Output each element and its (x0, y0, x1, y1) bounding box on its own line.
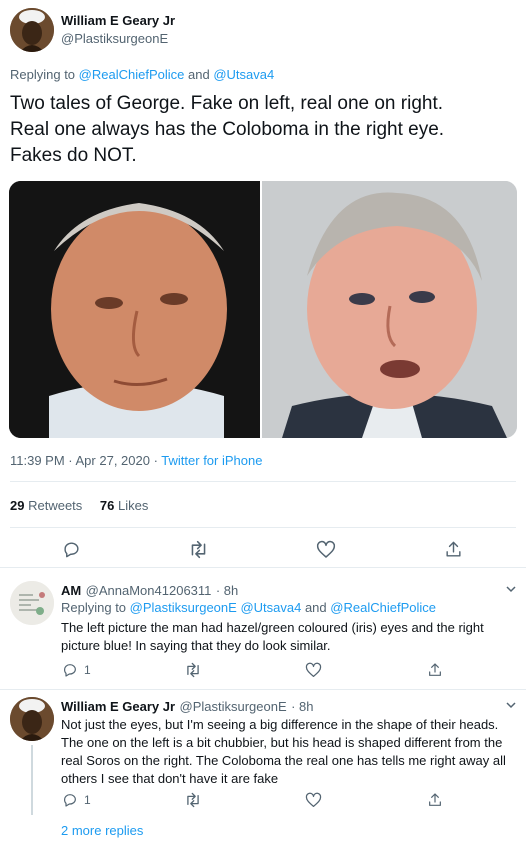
share-icon (429, 663, 441, 676)
reply-count: 1 (84, 663, 91, 677)
retweet-button[interactable] (184, 662, 202, 678)
share-icon (429, 793, 441, 806)
reply-author-handle[interactable]: @AnnaMon41206311 (86, 583, 212, 598)
tweet-photo-left[interactable] (9, 181, 260, 438)
reply-header: AM @AnnaMon41206311 · 8h (61, 582, 238, 600)
likes-stat[interactable]: 76 Likes (100, 498, 148, 513)
reply-button[interactable]: 1 (62, 662, 91, 678)
thread-line (31, 745, 33, 815)
share-button[interactable] (444, 540, 463, 559)
reply-icon (64, 664, 76, 677)
reply-count: 1 (84, 793, 91, 807)
tweet-timestamp[interactable]: 11:39 PM · Apr 27, 2020 · (10, 453, 158, 468)
retweet-icon (191, 540, 206, 559)
share-icon (446, 541, 461, 557)
tweet-meta: 11:39 PM · Apr 27, 2020 · Twitter for iP… (10, 453, 262, 468)
reply-header: William E Geary Jr @PlastiksurgeonE · 8h (61, 698, 314, 716)
reply-icon (64, 794, 76, 807)
avatar-portrait-icon (10, 697, 54, 741)
chevron-down-icon (506, 586, 516, 593)
reply-text: The left picture the man had hazel/green… (61, 620, 484, 653)
retweets-stat[interactable]: 29 Retweets (10, 498, 86, 513)
retweets-label: Retweets (28, 498, 83, 513)
reply-author-avatar[interactable] (10, 581, 54, 625)
tweet-text: Two tales of George. Fake on left, real … (10, 91, 516, 169)
like-button[interactable] (305, 662, 322, 678)
reply-button[interactable] (62, 540, 81, 559)
replying-and: and (304, 600, 327, 615)
like-button[interactable] (316, 540, 336, 559)
more-options-button[interactable] (505, 698, 517, 716)
man-portrait-left-image (9, 181, 260, 438)
reply-author-name[interactable]: William E Geary Jr (61, 699, 175, 714)
likes-count: 76 (99, 498, 115, 513)
retweet-button[interactable] (188, 540, 209, 559)
tweet-photo-right[interactable] (262, 181, 517, 438)
divider (0, 567, 526, 568)
reply-button[interactable]: 1 (62, 792, 91, 808)
mention-link[interactable]: @Utsava4 (213, 67, 274, 82)
replying-to-line: Replying to @RealChiefPolice and @Utsava… (10, 67, 274, 82)
heart-icon (316, 540, 336, 558)
divider (10, 481, 516, 482)
reply-text: Not just the eyes, but I'm seeing a big … (61, 717, 506, 786)
man-portrait-right-image (262, 181, 517, 438)
like-button[interactable] (305, 792, 322, 808)
divider (0, 689, 526, 690)
heart-icon (305, 792, 322, 808)
divider (10, 527, 516, 528)
author-handle[interactable]: @PlastiksurgeonE (61, 31, 168, 46)
likes-label: Likes (118, 498, 149, 513)
mention-link[interactable]: @RealChiefPolice (330, 600, 436, 615)
avatar-portrait-icon (10, 8, 54, 52)
tweet-source[interactable]: Twitter for iPhone (161, 453, 262, 468)
reply-author-handle[interactable]: @PlastiksurgeonE (180, 699, 287, 714)
reply-time[interactable]: · 8h (216, 583, 238, 598)
retweet-icon (187, 792, 199, 808)
mention-link[interactable]: @PlastiksurgeonE (130, 600, 237, 615)
retweet-icon (187, 662, 199, 678)
more-options-button[interactable] (505, 582, 517, 600)
tweet-stats: 29 Retweets 76 Likes (10, 498, 148, 513)
tweet-text-line: Two tales of George. Fake on left, real … (10, 93, 444, 114)
tweet-text-line: Real one always has the Coloboma in the … (10, 119, 445, 140)
chevron-down-icon (506, 702, 516, 709)
reply-replying-to: Replying to @PlastiksurgeonE @Utsava4 an… (61, 600, 436, 615)
reply-author-name[interactable]: AM (61, 583, 81, 598)
avatar-text-image-icon (10, 581, 54, 625)
author-name[interactable]: William E Geary Jr (61, 13, 175, 28)
reply-icon (64, 542, 79, 558)
author-avatar[interactable] (10, 8, 54, 52)
reply-author-avatar[interactable] (10, 697, 54, 741)
retweet-button[interactable] (184, 792, 202, 808)
mention-link[interactable]: @Utsava4 (240, 600, 301, 615)
replying-prefix: Replying to (61, 600, 127, 615)
replying-and: and (188, 67, 210, 82)
heart-icon (305, 662, 322, 678)
tweet-text-line: Fakes do NOT. (10, 145, 137, 166)
share-button[interactable] (427, 662, 443, 678)
retweets-count: 29 (10, 498, 25, 513)
share-button[interactable] (427, 792, 443, 808)
replying-prefix: Replying to (10, 67, 76, 82)
reply-time[interactable]: · 8h (291, 699, 313, 714)
mention-link[interactable]: @RealChiefPolice (79, 67, 185, 82)
more-replies-link[interactable]: 2 more replies (61, 823, 143, 838)
